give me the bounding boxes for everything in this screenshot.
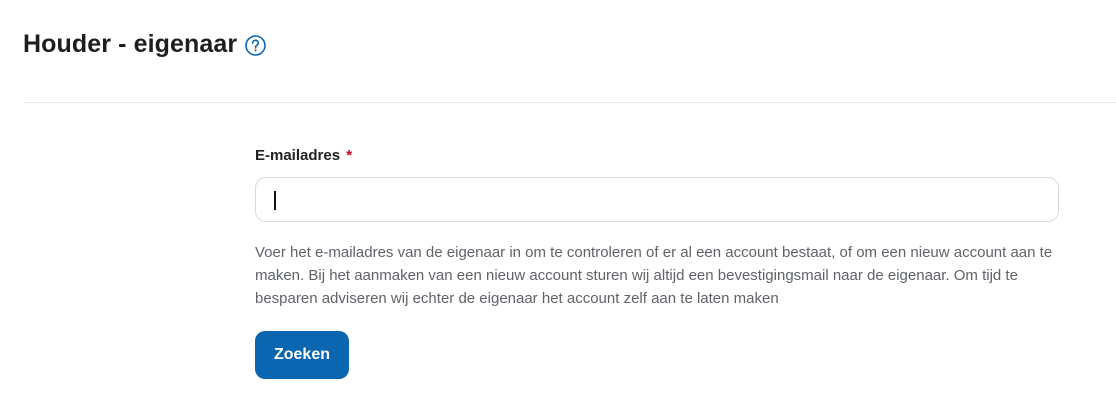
email-label-text: E-mailadres: [255, 147, 341, 164]
email-help-text: Voer het e-mailadres van de eigenaar in …: [255, 244, 1053, 307]
email-field[interactable]: [272, 178, 1042, 221]
page-header: Houder - eigenaar: [23, 29, 267, 59]
header-divider: [23, 102, 1116, 103]
required-marker: *: [346, 147, 353, 164]
text-cursor: [274, 191, 276, 210]
page: Houder - eigenaar E-mailadres * Voer het…: [0, 0, 1116, 418]
owner-form: E-mailadres * Voer het e-mailadres van d…: [255, 146, 1061, 379]
question-circle-icon[interactable]: [245, 34, 267, 56]
search-button[interactable]: Zoeken: [255, 331, 349, 379]
email-label: E-mailadres *: [255, 146, 1061, 166]
email-field-wrapper[interactable]: [255, 177, 1059, 222]
page-title: Houder - eigenaar: [23, 30, 238, 58]
